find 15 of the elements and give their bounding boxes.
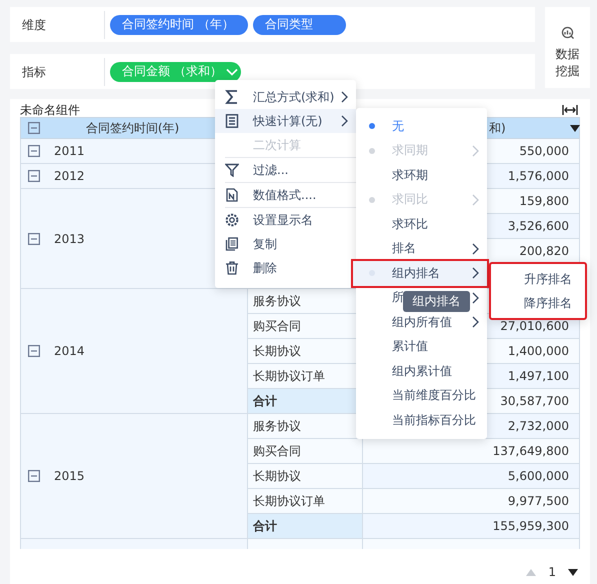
- tooltip: 组内排名: [403, 291, 470, 312]
- filter-label: 指标: [10, 58, 105, 86]
- widget-title: 未命名组件: [20, 103, 80, 117]
- table-cell: 2015: [20, 414, 248, 539]
- table-cell: 137,649,800: [363, 439, 580, 464]
- filter-label: 维度: [10, 10, 105, 38]
- table-cell: 2014: [20, 289, 248, 414]
- table-cell: 合计: [248, 514, 363, 539]
- table-cell: 购买合同: [248, 439, 363, 464]
- table-cell: 9,977,500: [363, 489, 580, 514]
- table-cell: 长期协议: [248, 464, 363, 489]
- table-cell: 长期协议订单: [248, 489, 363, 514]
- table-cell: 5,600,000: [363, 464, 580, 489]
- table-cell: 155,959,300: [363, 514, 580, 539]
- page-number: 1: [548, 565, 556, 579]
